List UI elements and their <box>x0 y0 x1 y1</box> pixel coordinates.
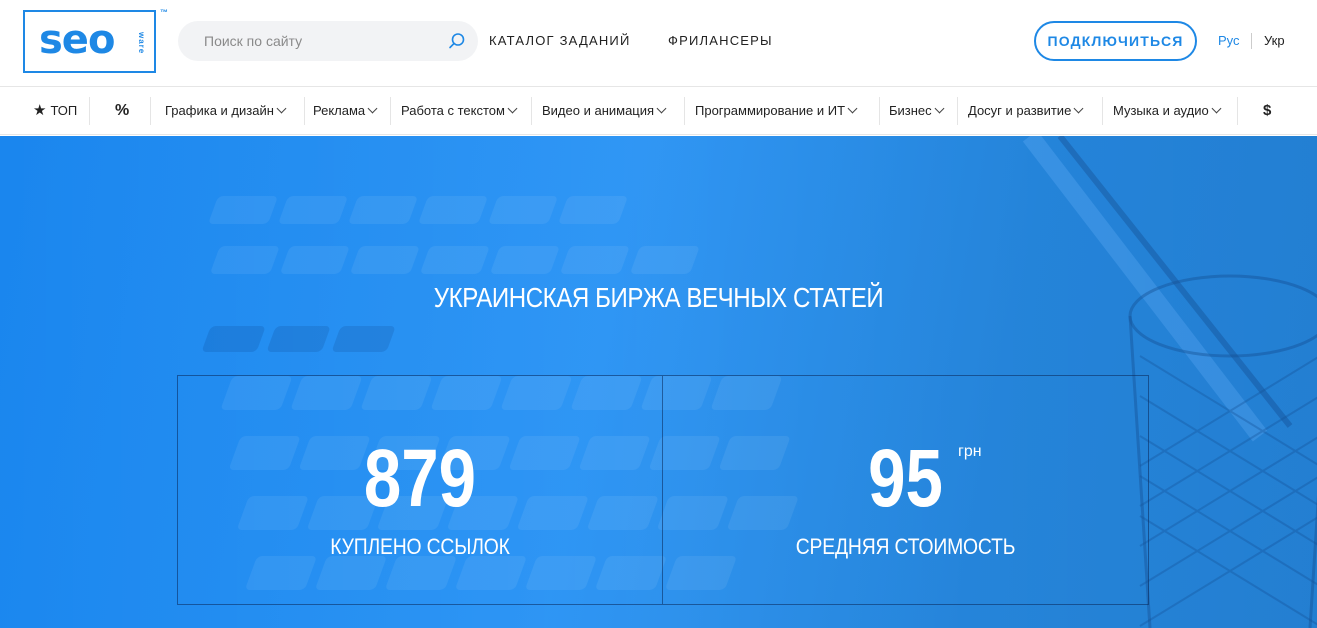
lang-ru-link[interactable]: Рус <box>1218 33 1240 48</box>
search-box <box>178 21 478 61</box>
search-input[interactable] <box>178 21 478 61</box>
divider <box>1102 97 1103 125</box>
category-label: Досуг и развитие <box>968 103 1072 118</box>
category-label: Реклама <box>313 103 366 118</box>
category-programming[interactable]: Программирование и ИТ <box>695 87 858 135</box>
divider <box>89 97 90 125</box>
lang-divider <box>1251 33 1252 49</box>
category-video[interactable]: Видео и анимация <box>542 87 667 135</box>
category-discount[interactable]: % <box>115 87 129 135</box>
category-bar: ★ ТОП % Графика и дизайн Реклама Работа с… <box>0 87 1317 135</box>
category-graphics[interactable]: Графика и дизайн <box>165 87 287 135</box>
divider <box>150 97 151 125</box>
stat-value: 95 <box>868 433 943 524</box>
stat-unit: грн <box>958 443 982 460</box>
lang-ua-link[interactable]: Укр <box>1264 33 1285 48</box>
category-ads[interactable]: Реклама <box>313 87 378 135</box>
category-label: Программирование и ИТ <box>695 103 846 118</box>
chevron-down-icon <box>656 103 667 114</box>
category-label: Видео и анимация <box>542 103 655 118</box>
stat-label: СРЕДНЯЯ СТОИМОСТЬ <box>795 534 1016 559</box>
stat-average-cost: 95 грн СРЕДНЯЯ СТОИМОСТЬ <box>663 376 1148 604</box>
logo-subtext: ware <box>137 32 146 55</box>
hero-title: УКРАИНСКАЯ БИРЖА ВЕЧНЫХ СТАТЕЙ <box>433 282 884 313</box>
nav-freelancers-link[interactable]: ФРИЛАНСЕРЫ <box>668 33 773 48</box>
divider <box>304 97 305 125</box>
stat-label: КУПЛЕНО ССЫЛОК <box>330 534 510 559</box>
stat-links-bought: 879 КУПЛЕНО ССЫЛОК <box>178 376 663 604</box>
category-leisure[interactable]: Досуг и развитие <box>968 87 1084 135</box>
logo-text: seo <box>39 17 115 63</box>
category-top-label: ТОП <box>50 103 78 118</box>
search-icon[interactable] <box>448 32 466 50</box>
category-top[interactable]: ★ ТОП <box>33 87 77 135</box>
stat-value: 879 <box>363 433 477 524</box>
stats-panel: 879 КУПЛЕНО ССЫЛОК 95 грн СРЕДНЯЯ СТОИМО… <box>177 375 1149 605</box>
divider <box>531 97 532 125</box>
site-header: seo ware ™ КАТАЛОГ ЗАДАНИЙ ФРИЛАНСЕРЫ ПО… <box>0 0 1317 87</box>
category-business[interactable]: Бизнес <box>889 87 945 135</box>
chevron-down-icon <box>1073 103 1084 114</box>
category-label: Графика и дизайн <box>165 103 274 118</box>
chevron-down-icon <box>367 103 378 114</box>
category-label: Музыка и аудио <box>1113 103 1209 118</box>
divider <box>1237 97 1238 125</box>
star-icon: ★ <box>33 102 47 119</box>
chevron-down-icon <box>1211 103 1222 114</box>
category-text[interactable]: Работа с текстом <box>401 87 518 135</box>
category-currency[interactable]: $ <box>1263 87 1271 135</box>
chevron-down-icon <box>276 103 287 114</box>
chevron-down-icon <box>847 103 858 114</box>
hero-banner: УКРАИНСКАЯ БИРЖА ВЕЧНЫХ СТАТЕЙ 879 КУПЛЕ… <box>0 136 1317 628</box>
chevron-down-icon <box>507 103 518 114</box>
nav-catalog-link[interactable]: КАТАЛОГ ЗАДАНИЙ <box>489 33 631 48</box>
divider <box>957 97 958 125</box>
divider <box>879 97 880 125</box>
connect-button[interactable]: ПОДКЛЮЧИТЬСЯ <box>1034 21 1197 61</box>
chevron-down-icon <box>934 103 945 114</box>
category-label: Работа с текстом <box>401 103 505 118</box>
category-label: Бизнес <box>889 103 932 118</box>
logo[interactable]: seo ware <box>23 10 156 73</box>
category-music[interactable]: Музыка и аудио <box>1113 87 1222 135</box>
divider <box>390 97 391 125</box>
trademark-mark: ™ <box>160 8 168 17</box>
divider <box>684 97 685 125</box>
